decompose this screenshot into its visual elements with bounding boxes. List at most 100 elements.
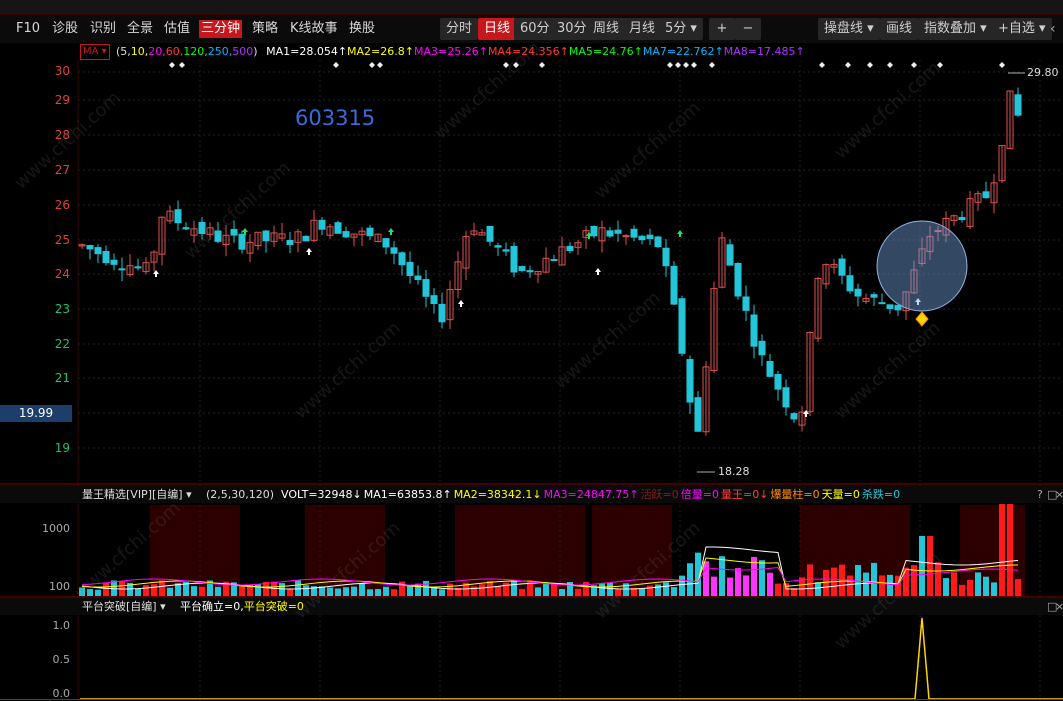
volume-bar [151, 584, 157, 596]
arrow-up-icon [458, 300, 464, 307]
platform-tick: 0.5 [52, 653, 71, 666]
volume-bar [975, 572, 981, 596]
volume-bar [759, 560, 765, 596]
vol-ma3-value: MA3=24847.75↑ [543, 488, 639, 501]
volume-bar [839, 564, 845, 596]
volume-bar [815, 582, 821, 596]
close-icon[interactable]: × [1055, 486, 1063, 503]
arrow-up-icon [677, 230, 683, 237]
candle-body [750, 314, 758, 347]
candle-body [342, 231, 350, 238]
candle-body [982, 191, 990, 199]
volume-bar [511, 580, 517, 596]
diamond-icon [667, 62, 673, 68]
price-tick: 22 [54, 337, 70, 351]
volume-bar [991, 582, 997, 596]
candle-body [622, 235, 630, 238]
volume-bar [775, 583, 781, 596]
volume-bar [279, 583, 285, 596]
help-icon[interactable]: ? [1037, 486, 1043, 503]
volume-bar [999, 504, 1005, 596]
candle-body [134, 266, 142, 269]
candle-body [734, 262, 742, 297]
candle-body [606, 230, 614, 237]
candle-body [886, 304, 894, 309]
volume-bar [671, 587, 677, 596]
candle-body [662, 247, 670, 267]
volume-bar [375, 589, 381, 596]
volume-bar [703, 561, 709, 596]
candle-body [398, 252, 406, 266]
candle-body [262, 230, 270, 242]
candle-body [86, 245, 94, 250]
volume-bar [295, 580, 301, 596]
candle-body [238, 233, 246, 250]
volt-value: VOLT=32948↓ [281, 488, 362, 501]
volume-bar [159, 580, 165, 596]
candle-body [502, 249, 510, 252]
platform-indicator-bar: 平台突破[自编] ▾ 平台确立=0,平台突破=0 □ × [0, 598, 1063, 615]
volume-bar [143, 584, 149, 596]
diamond-icon [369, 62, 375, 68]
volume-bar [1015, 579, 1021, 596]
candle-body [742, 296, 750, 311]
diamond-icon [675, 62, 681, 68]
volume-bar [863, 572, 869, 596]
candle-body [406, 261, 414, 276]
candle-body [486, 225, 494, 242]
candle-body [630, 228, 638, 238]
candle-body [510, 246, 518, 273]
candle-body [526, 270, 534, 273]
candle-body [766, 360, 774, 377]
diamond-icon [867, 62, 873, 68]
volume-bar [847, 575, 853, 596]
volume-bar [431, 587, 437, 596]
volume-bar [535, 587, 541, 596]
arrow-up-icon [306, 248, 312, 255]
diamond-icon [691, 62, 697, 68]
candle-body [94, 247, 102, 255]
candle-body [302, 235, 310, 242]
volume-tick: 1000 [42, 522, 70, 535]
diamond-icon [169, 62, 175, 68]
candle-body [102, 250, 110, 264]
candle-body [430, 295, 438, 305]
volume-tick: 100 [49, 580, 70, 593]
platform-indicator-select[interactable]: 平台突破[自编] ▾ [82, 598, 166, 615]
diamond-icon [887, 62, 893, 68]
candle-body [590, 225, 598, 237]
volume-bar [559, 589, 565, 596]
candle-body [566, 245, 574, 252]
huoyue-value: 活跃=0 [640, 488, 679, 501]
volume-bar [727, 577, 733, 596]
volume-bar [663, 582, 669, 596]
volume-indicator-bar: 量王精选[VIP][自编] ▾ (2,5,30,120) VOLT=32948↓… [0, 486, 1063, 503]
candle-body [670, 265, 678, 305]
volume-bar [367, 589, 373, 596]
volume-bar [287, 589, 293, 596]
arrow-up-icon [595, 268, 601, 275]
candle-body [550, 259, 558, 262]
candle-body [438, 303, 446, 323]
volume-bar [519, 589, 525, 596]
vol-ma1-value: MA1=63853.8↑ [363, 488, 452, 501]
volume-bar [135, 588, 141, 596]
price-tick: 21 [54, 371, 70, 385]
volume-bar [967, 579, 973, 596]
volume-bar [351, 586, 357, 596]
candle-body [646, 234, 654, 239]
candle-body [414, 275, 422, 281]
close-icon[interactable]: × [1055, 598, 1063, 615]
candle-body [390, 247, 398, 254]
volume-bar [823, 569, 829, 596]
candle-body [614, 229, 622, 234]
diamond-icon [819, 62, 825, 68]
volume-bar [167, 587, 173, 596]
diamond-icon [911, 62, 917, 68]
volume-bar [215, 586, 221, 596]
candle-body [686, 359, 694, 403]
beiliang-value: 倍量=0 [680, 488, 719, 501]
candle-body [694, 397, 702, 432]
volume-indicator-select[interactable]: 量王精选[VIP][自编] ▾ [82, 486, 192, 503]
pingtai-queli-value: 平台确立=0 [180, 600, 241, 613]
